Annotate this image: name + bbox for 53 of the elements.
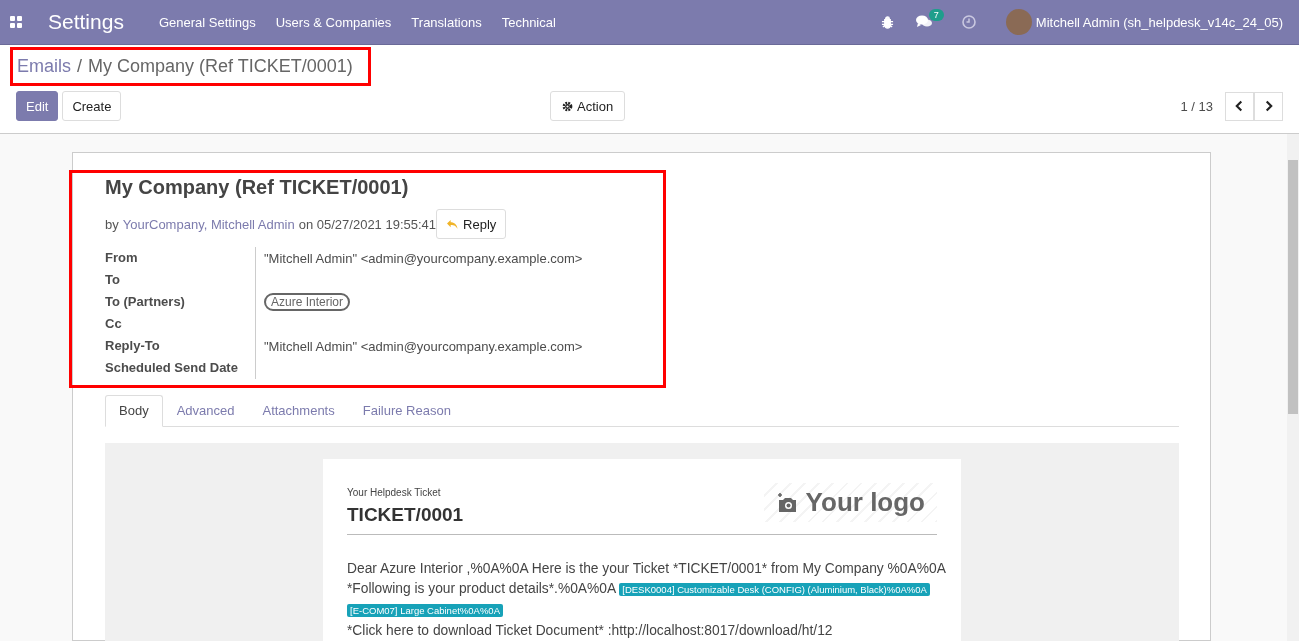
email-body-text: *Following is your product details*.%0A%0A bbox=[347, 581, 616, 596]
gear-icon bbox=[562, 100, 573, 112]
clock-icon[interactable] bbox=[961, 15, 976, 29]
nav-menu-item[interactable]: General Settings bbox=[158, 14, 256, 30]
notebook-tab[interactable]: Advanced bbox=[162, 395, 249, 427]
message-subject: My Company (Ref TICKET/0001) bbox=[105, 176, 410, 199]
reply-button[interactable]: Reply bbox=[436, 209, 507, 239]
nav-menu-item[interactable]: Translations bbox=[411, 14, 482, 30]
ticket-number: TICKET/0001 bbox=[347, 504, 464, 526]
next-button[interactable] bbox=[1254, 91, 1283, 121]
breadcrumb-separator: / bbox=[77, 56, 83, 77]
logo-text: Your logo bbox=[805, 487, 925, 518]
partner-tag[interactable]: Azure Interior bbox=[264, 293, 351, 311]
scrollbar-thumb[interactable] bbox=[1288, 160, 1298, 414]
field-label: Scheduled Send Date bbox=[105, 359, 239, 377]
notebook-tab[interactable]: Body bbox=[105, 395, 163, 427]
chevron-left-icon bbox=[1235, 100, 1244, 112]
notebook-tab[interactable]: Failure Reason bbox=[348, 395, 465, 427]
chevron-right-icon bbox=[1264, 100, 1273, 112]
field-label: Reply-To bbox=[105, 337, 161, 355]
bug-icon[interactable] bbox=[880, 15, 894, 29]
camera-plus-icon bbox=[775, 492, 798, 513]
field-label: Cc bbox=[105, 315, 123, 333]
create-button[interactable]: Create bbox=[62, 91, 122, 121]
chat-bubbles-icon[interactable] bbox=[915, 15, 932, 29]
email-body-text: Dear Azure Interior ,%0A%0A Here is the your Ticket *TICKET/0001* from My Company %0A%0A bbox=[347, 561, 946, 576]
author-prefix: by bbox=[105, 216, 119, 232]
action-button[interactable]: Action bbox=[550, 91, 626, 121]
previous-button[interactable] bbox=[1225, 91, 1254, 121]
scrollbar[interactable] bbox=[1287, 134, 1299, 641]
field-label: To (Partners) bbox=[105, 293, 186, 311]
nav-menu-item[interactable]: Users & Companies bbox=[275, 14, 392, 30]
nav-menu-item[interactable]: Technical bbox=[501, 14, 556, 30]
product-tag: [DESK0004] Customizable Desk (CONFIG) (Aluminium, Black)%0A%0A bbox=[619, 583, 930, 596]
field-value: "Mitchell Admin" <admin@yourcompany.example.com> bbox=[264, 338, 583, 354]
field-value: "Mitchell Admin" <admin@yourcompany.example.com> bbox=[264, 250, 583, 266]
notebook-tab[interactable]: Attachments bbox=[248, 395, 349, 427]
pager-counter: 1 / 13 bbox=[1180, 98, 1213, 114]
email-body-text: *Click here to download Ticket Document* :http://localhost:8017/download/ht/12 bbox=[347, 622, 834, 640]
email-kicker: Your Helpdesk Ticket bbox=[347, 487, 442, 498]
author-link[interactable]: YourCompany, Mitchell Admin bbox=[122, 216, 295, 232]
edit-button[interactable]: Edit bbox=[16, 91, 59, 121]
product-tag: [E-COM07] Large Cabinet%0A%0A bbox=[347, 604, 503, 617]
message-count-badge: 7 bbox=[928, 9, 944, 21]
apps-grid-icon[interactable] bbox=[10, 16, 22, 28]
field-label: To bbox=[105, 271, 121, 289]
user-name[interactable]: Mitchell Admin (sh_helpdesk_v14c_24_05) bbox=[1035, 14, 1283, 30]
field-label: From bbox=[105, 249, 139, 267]
breadcrumb-current: My Company (Ref TICKET/0001) bbox=[88, 56, 353, 77]
reply-arrow-icon bbox=[446, 218, 460, 230]
message-date: on 05/27/2021 19:55:41 bbox=[298, 216, 437, 232]
app-title[interactable]: Settings bbox=[48, 10, 124, 34]
breadcrumb-link[interactable]: Emails bbox=[17, 56, 71, 77]
